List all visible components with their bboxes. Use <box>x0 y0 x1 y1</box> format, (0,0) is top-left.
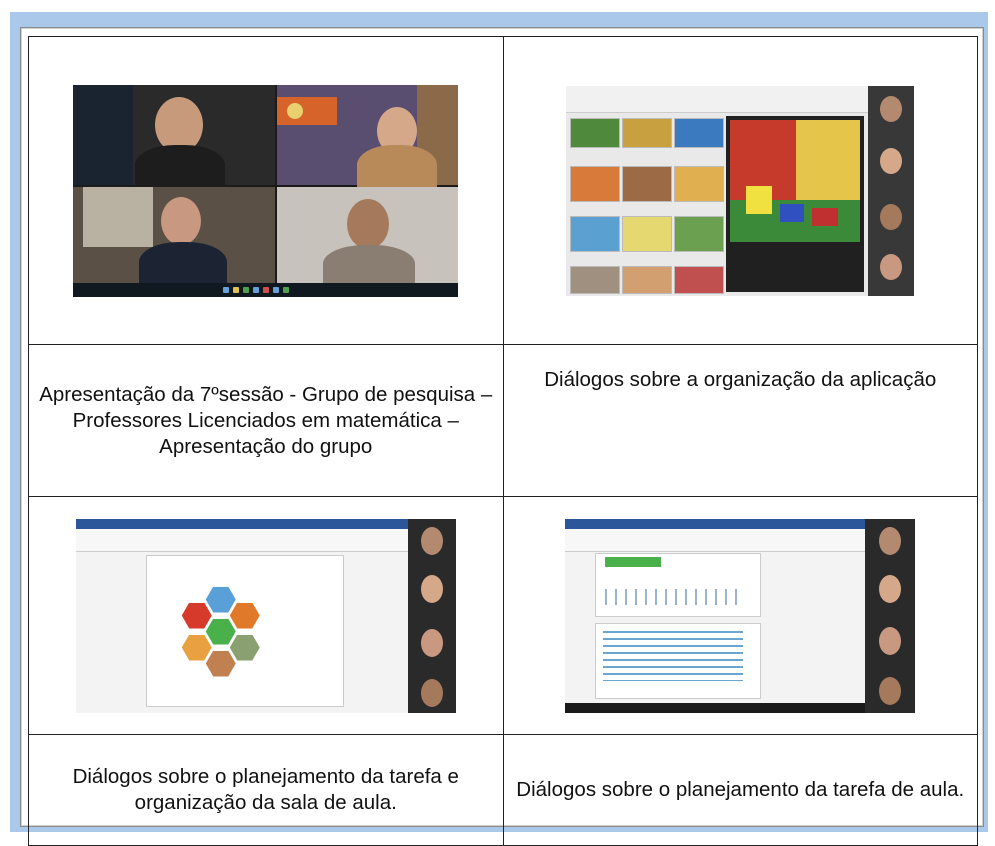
participant-tile <box>277 84 459 190</box>
caption-4: Diálogos sobre o planejamento da tarefa … <box>502 734 978 846</box>
video-call-screenshot-1 <box>73 84 459 297</box>
participant-tile <box>277 186 459 287</box>
cell-image-2 <box>502 36 978 345</box>
cell-image-3 <box>28 496 504 735</box>
document-screenshot-2 <box>565 518 916 713</box>
caption-1: Apresentação da 7ºsessão - Grupo de pesq… <box>28 344 504 497</box>
taskbar <box>73 282 459 297</box>
browser-toolbar <box>566 85 915 113</box>
participants-column <box>407 518 456 713</box>
caption-3: Diálogos sobre o planejamento da tarefa … <box>28 734 504 846</box>
document-page <box>145 554 344 707</box>
participants-column <box>868 85 915 296</box>
image-search-screenshot <box>566 85 915 296</box>
participant-tile <box>73 84 276 190</box>
caption-2: Diálogos sobre a organização da aplicaçã… <box>502 344 978 497</box>
participants-column <box>865 518 916 713</box>
document-screenshot-1 <box>75 518 456 713</box>
preview-panel <box>726 115 865 292</box>
cell-image-1 <box>28 36 504 345</box>
figure-table: Apresentação da 7ºsessão - Grupo de pesq… <box>28 36 978 846</box>
participant-tile <box>73 186 276 287</box>
cell-image-4 <box>502 496 978 735</box>
